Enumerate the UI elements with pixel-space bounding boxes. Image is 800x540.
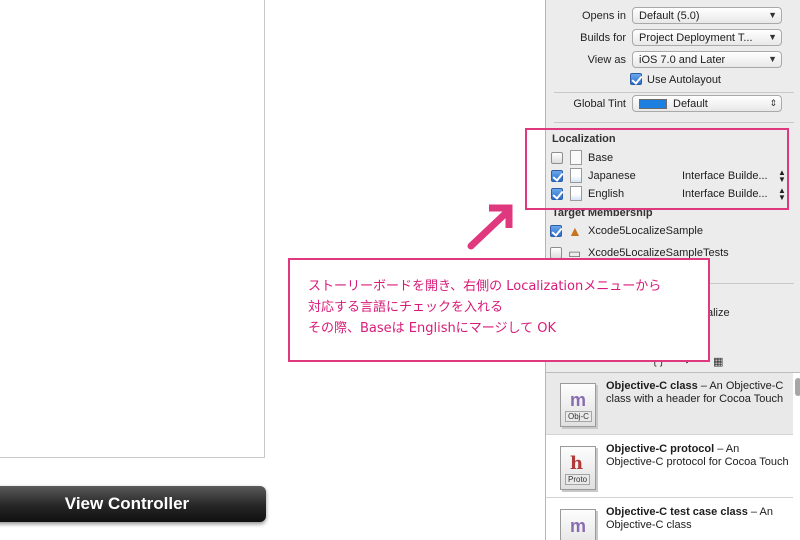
annotation-line: 対応する言語にチェックを入れる [308, 300, 504, 315]
stepper-icon: ⇕ [769, 98, 777, 108]
builds-for-popup[interactable]: Project Deployment T... ▼ [632, 29, 782, 46]
builds-for-value: Project Deployment T... [639, 32, 753, 44]
file-template-library: m Obj-C Objective-C class – An Objective… [546, 372, 800, 540]
target-checkbox[interactable] [550, 225, 562, 237]
target-name: Xcode5LocalizeSample [588, 225, 703, 237]
view-as-row: View as iOS 7.0 and Later ▼ [546, 51, 800, 71]
template-description: Objective-C test case class – An Objecti… [606, 506, 790, 532]
template-title: Objective-C protocol [606, 443, 715, 455]
tint-color-swatch [639, 99, 667, 110]
template-description: Objective-C protocol – An Objective-C pr… [606, 443, 790, 469]
chevron-down-icon: ▼ [768, 54, 777, 64]
global-tint-label: Global Tint [573, 98, 626, 110]
use-autolayout-checkbox[interactable] [630, 73, 642, 85]
use-autolayout-row: Use Autolayout [546, 72, 800, 92]
chevron-down-icon: ▼ [768, 32, 777, 42]
opens-in-popup[interactable]: Default (5.0) ▼ [632, 7, 782, 24]
use-autolayout-label: Use Autolayout [647, 74, 721, 86]
view-controller-bar[interactable]: View Controller [0, 486, 266, 522]
template-description: Objective-C class – An Objective-C class… [606, 380, 790, 406]
divider [554, 92, 794, 93]
arrow-icon [467, 204, 513, 250]
global-tint-row: Global Tint Default ⇕ [546, 95, 800, 115]
template-objective-c-protocol[interactable]: h Proto Objective-C protocol – An Object… [546, 436, 793, 498]
template-title: Objective-C class [606, 380, 698, 392]
partial-label: alize [707, 307, 730, 319]
opens-in-row: Opens in Default (5.0) ▼ [546, 7, 800, 27]
view-controller-label: View Controller [64, 494, 190, 513]
template-title: Objective-C test case class [606, 506, 748, 518]
template-objective-c-class[interactable]: m Obj-C Objective-C class – An Objective… [546, 373, 793, 435]
annotation-line: ストーリーボードを開き、右側の Localizationメニューから [308, 279, 662, 294]
localization-highlight-box [525, 128, 789, 210]
template-objective-c-test-case-class[interactable]: m Objective-C test case class – An Objec… [546, 499, 793, 540]
global-tint-value: Default [673, 98, 708, 110]
target-row: ▲ Xcode5LocalizeSample [546, 221, 800, 241]
view-as-value: iOS 7.0 and Later [639, 54, 726, 66]
objective-c-file-icon: m Obj-C [560, 383, 596, 427]
view-controller-scene[interactable] [0, 0, 265, 458]
builds-for-row: Builds for Project Deployment T... ▼ [546, 29, 800, 49]
divider [554, 122, 794, 123]
view-as-label: View as [587, 54, 626, 66]
annotation-line: その際、Baseは Englishにマージして OK [308, 321, 556, 336]
objective-c-file-icon: m [560, 509, 596, 540]
annotation-callout: ストーリーボードを開き、右側の Localizationメニューから 対応する言… [288, 258, 710, 362]
chevron-down-icon: ▼ [768, 10, 777, 20]
media-icon[interactable]: ▦ [713, 355, 723, 368]
app-target-icon: ▲ [568, 223, 582, 239]
opens-in-value: Default (5.0) [639, 10, 700, 22]
opens-in-label: Opens in [581, 10, 626, 22]
builds-for-label: Builds for [580, 32, 626, 44]
library-scrollbar[interactable] [795, 378, 800, 396]
view-as-popup[interactable]: iOS 7.0 and Later ▼ [632, 51, 782, 68]
global-tint-popup[interactable]: Default ⇕ [632, 95, 782, 112]
header-file-icon: h Proto [560, 446, 596, 490]
